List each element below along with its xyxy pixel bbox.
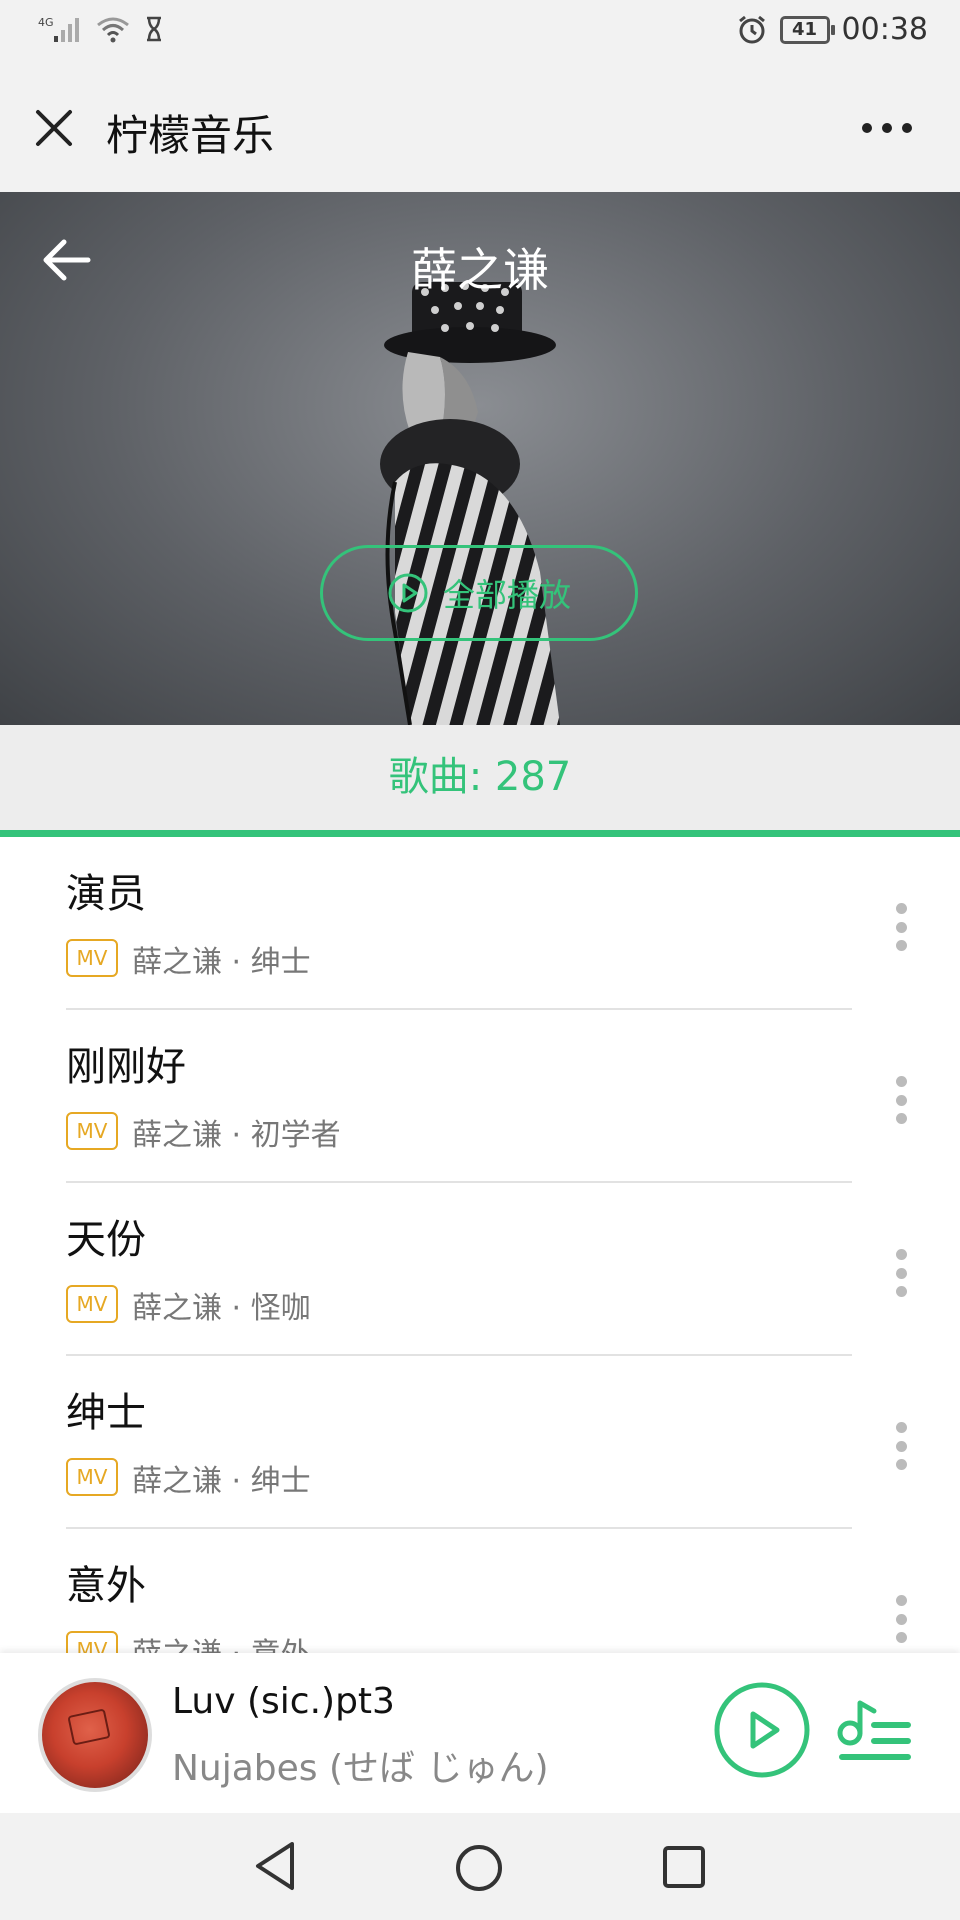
song-row[interactable]: 绅士 MV 薛之谦 · 绅士 xyxy=(0,1356,960,1529)
song-meta: 薛之谦 · 初学者 xyxy=(132,1118,341,1153)
song-more-button[interactable] xyxy=(894,1595,908,1643)
dot-icon xyxy=(895,1076,907,1087)
app-title: 柠檬音乐 xyxy=(106,111,275,160)
song-list: 演员 MV 薛之谦 · 绅士 刚刚好 MV 薛之谦 · 初学者 天份 MV 薛之… xyxy=(0,837,960,1653)
mini-player[interactable]: Luv (sic.)pt3 Nujabes (せば じゅん) xyxy=(0,1653,960,1813)
status-time: 00:38 xyxy=(841,12,928,47)
mv-badge[interactable]: MV xyxy=(66,1631,118,1653)
mv-badge[interactable]: MV xyxy=(66,1285,118,1323)
dot-icon xyxy=(895,940,907,951)
status-right: 41 00:38 xyxy=(736,12,928,47)
title-bar: 柠檬音乐 xyxy=(0,64,960,192)
song-row[interactable]: 演员 MV 薛之谦 · 绅士 xyxy=(0,837,960,1010)
song-row[interactable]: 刚刚好 MV 薛之谦 · 初学者 xyxy=(0,1010,960,1183)
track-title: Luv (sic.)pt3 xyxy=(172,1681,395,1722)
artist-hero: 薛之谦 全部播放 xyxy=(0,192,960,725)
dot-icon xyxy=(895,1595,907,1606)
play-circle-icon xyxy=(388,573,428,613)
artist-name: 薛之谦 xyxy=(411,243,549,297)
song-title: 刚刚好 xyxy=(66,1044,186,1090)
dot-icon xyxy=(895,1632,907,1643)
play-all-button[interactable]: 全部播放 xyxy=(320,545,638,641)
play-all-label: 全部播放 xyxy=(442,576,571,614)
nav-recent-apps-icon[interactable] xyxy=(662,1845,706,1889)
mv-badge[interactable]: MV xyxy=(66,939,118,977)
song-meta: 薛之谦 · 绅士 xyxy=(132,945,311,980)
song-title: 天份 xyxy=(66,1217,146,1263)
hourglass-icon xyxy=(147,16,161,42)
song-title: 演员 xyxy=(66,871,146,917)
dot-icon xyxy=(895,1113,907,1124)
signal-icon: 4G xyxy=(38,16,79,42)
dot-icon xyxy=(895,1459,907,1470)
song-title: 意外 xyxy=(66,1563,146,1609)
song-title: 绅士 xyxy=(66,1390,146,1436)
song-meta: 薛之谦 · 怪咖 xyxy=(132,1291,311,1326)
nav-back-icon[interactable] xyxy=(250,1839,300,1893)
more-options-button[interactable] xyxy=(862,116,918,140)
song-meta: 薛之谦 · 绅士 xyxy=(132,1464,311,1499)
battery-icon: 41 xyxy=(779,15,835,44)
dot-icon xyxy=(895,1267,907,1279)
dot-icon xyxy=(895,1440,907,1452)
song-meta: 薛之谦 · 意外 xyxy=(132,1629,311,1653)
song-more-button[interactable] xyxy=(894,1249,908,1297)
system-nav-bar xyxy=(0,1813,960,1920)
song-row[interactable]: 意外 MV 薛之谦 · 意外 xyxy=(0,1529,960,1653)
wifi-icon xyxy=(97,17,129,43)
album-art[interactable] xyxy=(38,1678,152,1792)
dot-icon xyxy=(895,1422,907,1433)
close-icon[interactable] xyxy=(30,104,78,152)
alarm-icon xyxy=(738,15,765,43)
more-dot-icon xyxy=(882,123,892,133)
tab-underline xyxy=(0,830,960,837)
status-left: 4G xyxy=(38,14,164,44)
more-dot-icon xyxy=(902,123,912,133)
playlist-icon[interactable] xyxy=(834,1691,914,1771)
song-row[interactable]: 天份 MV 薛之谦 · 怪咖 xyxy=(0,1183,960,1356)
song-more-button[interactable] xyxy=(894,903,908,951)
nav-home-icon[interactable] xyxy=(454,1843,504,1893)
dot-icon xyxy=(895,921,907,933)
status-bar: 4G 41 00:38 xyxy=(0,0,960,64)
dot-icon xyxy=(895,1249,907,1260)
network-type: 4G xyxy=(38,16,54,29)
song-more-button[interactable] xyxy=(894,1076,908,1124)
song-more-button[interactable] xyxy=(894,1422,908,1470)
dot-icon xyxy=(895,1286,907,1297)
dot-icon xyxy=(895,1613,907,1625)
dot-icon xyxy=(895,903,907,914)
mv-badge[interactable]: MV xyxy=(66,1112,118,1150)
dot-icon xyxy=(895,1094,907,1106)
mv-badge[interactable]: MV xyxy=(66,1458,118,1496)
track-artist: Nujabes (せば じゅん) xyxy=(172,1748,549,1789)
play-button-icon[interactable] xyxy=(713,1681,811,1779)
song-count-tab[interactable]: 歌曲: 287 xyxy=(0,725,960,830)
more-dot-icon xyxy=(862,123,872,133)
